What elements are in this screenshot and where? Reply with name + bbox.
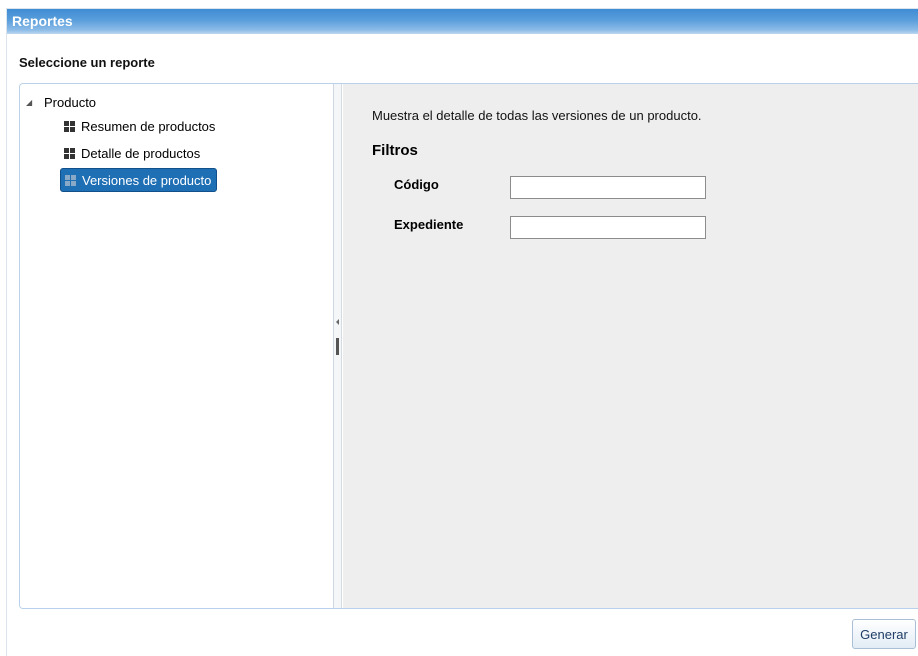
expediente-label: Expediente (394, 217, 464, 232)
report-panel: ◢ Producto Resumen de productos Detalle … (19, 83, 918, 609)
window-title: Reportes (12, 13, 73, 29)
tree-item-resumen-de-productos[interactable]: Resumen de productos (60, 114, 220, 138)
collapse-left-arrow-icon[interactable] (336, 319, 339, 325)
tree-node-label: Producto (44, 94, 97, 110)
codigo-label: Código (394, 177, 439, 192)
report-detail-pane: Muestra el detalle de todas las versione… (343, 84, 918, 608)
expediente-input[interactable] (510, 216, 706, 239)
grid-icon (64, 147, 75, 159)
report-tree-pane: ◢ Producto Resumen de productos Detalle … (20, 84, 334, 608)
splitter-grip[interactable] (336, 338, 339, 355)
report-selector-label: Seleccione un reporte (19, 55, 155, 70)
collapse-triangle-icon[interactable]: ◢ (26, 98, 44, 107)
tree-item-label: Resumen de productos (81, 118, 216, 134)
tree-item-versiones-de-producto[interactable]: Versiones de producto (60, 168, 218, 192)
grid-icon (64, 120, 75, 132)
window-titlebar: Reportes (7, 9, 918, 34)
tree-item-detalle-de-productos[interactable]: Detalle de productos (60, 141, 205, 165)
generate-button[interactable]: Generar (852, 619, 916, 649)
report-description: Muestra el detalle de todas las versione… (372, 108, 702, 123)
tree-item-label: Versiones de producto (82, 172, 212, 188)
pane-splitter[interactable] (334, 84, 342, 608)
codigo-input[interactable] (510, 176, 706, 199)
tree-item-label: Detalle de productos (81, 145, 201, 161)
reports-window: Reportes Seleccione un reporte ◢ Product… (6, 8, 918, 656)
tree-node-producto[interactable]: ◢ Producto (26, 92, 96, 112)
filters-heading: Filtros (372, 142, 418, 159)
grid-icon (65, 174, 76, 186)
